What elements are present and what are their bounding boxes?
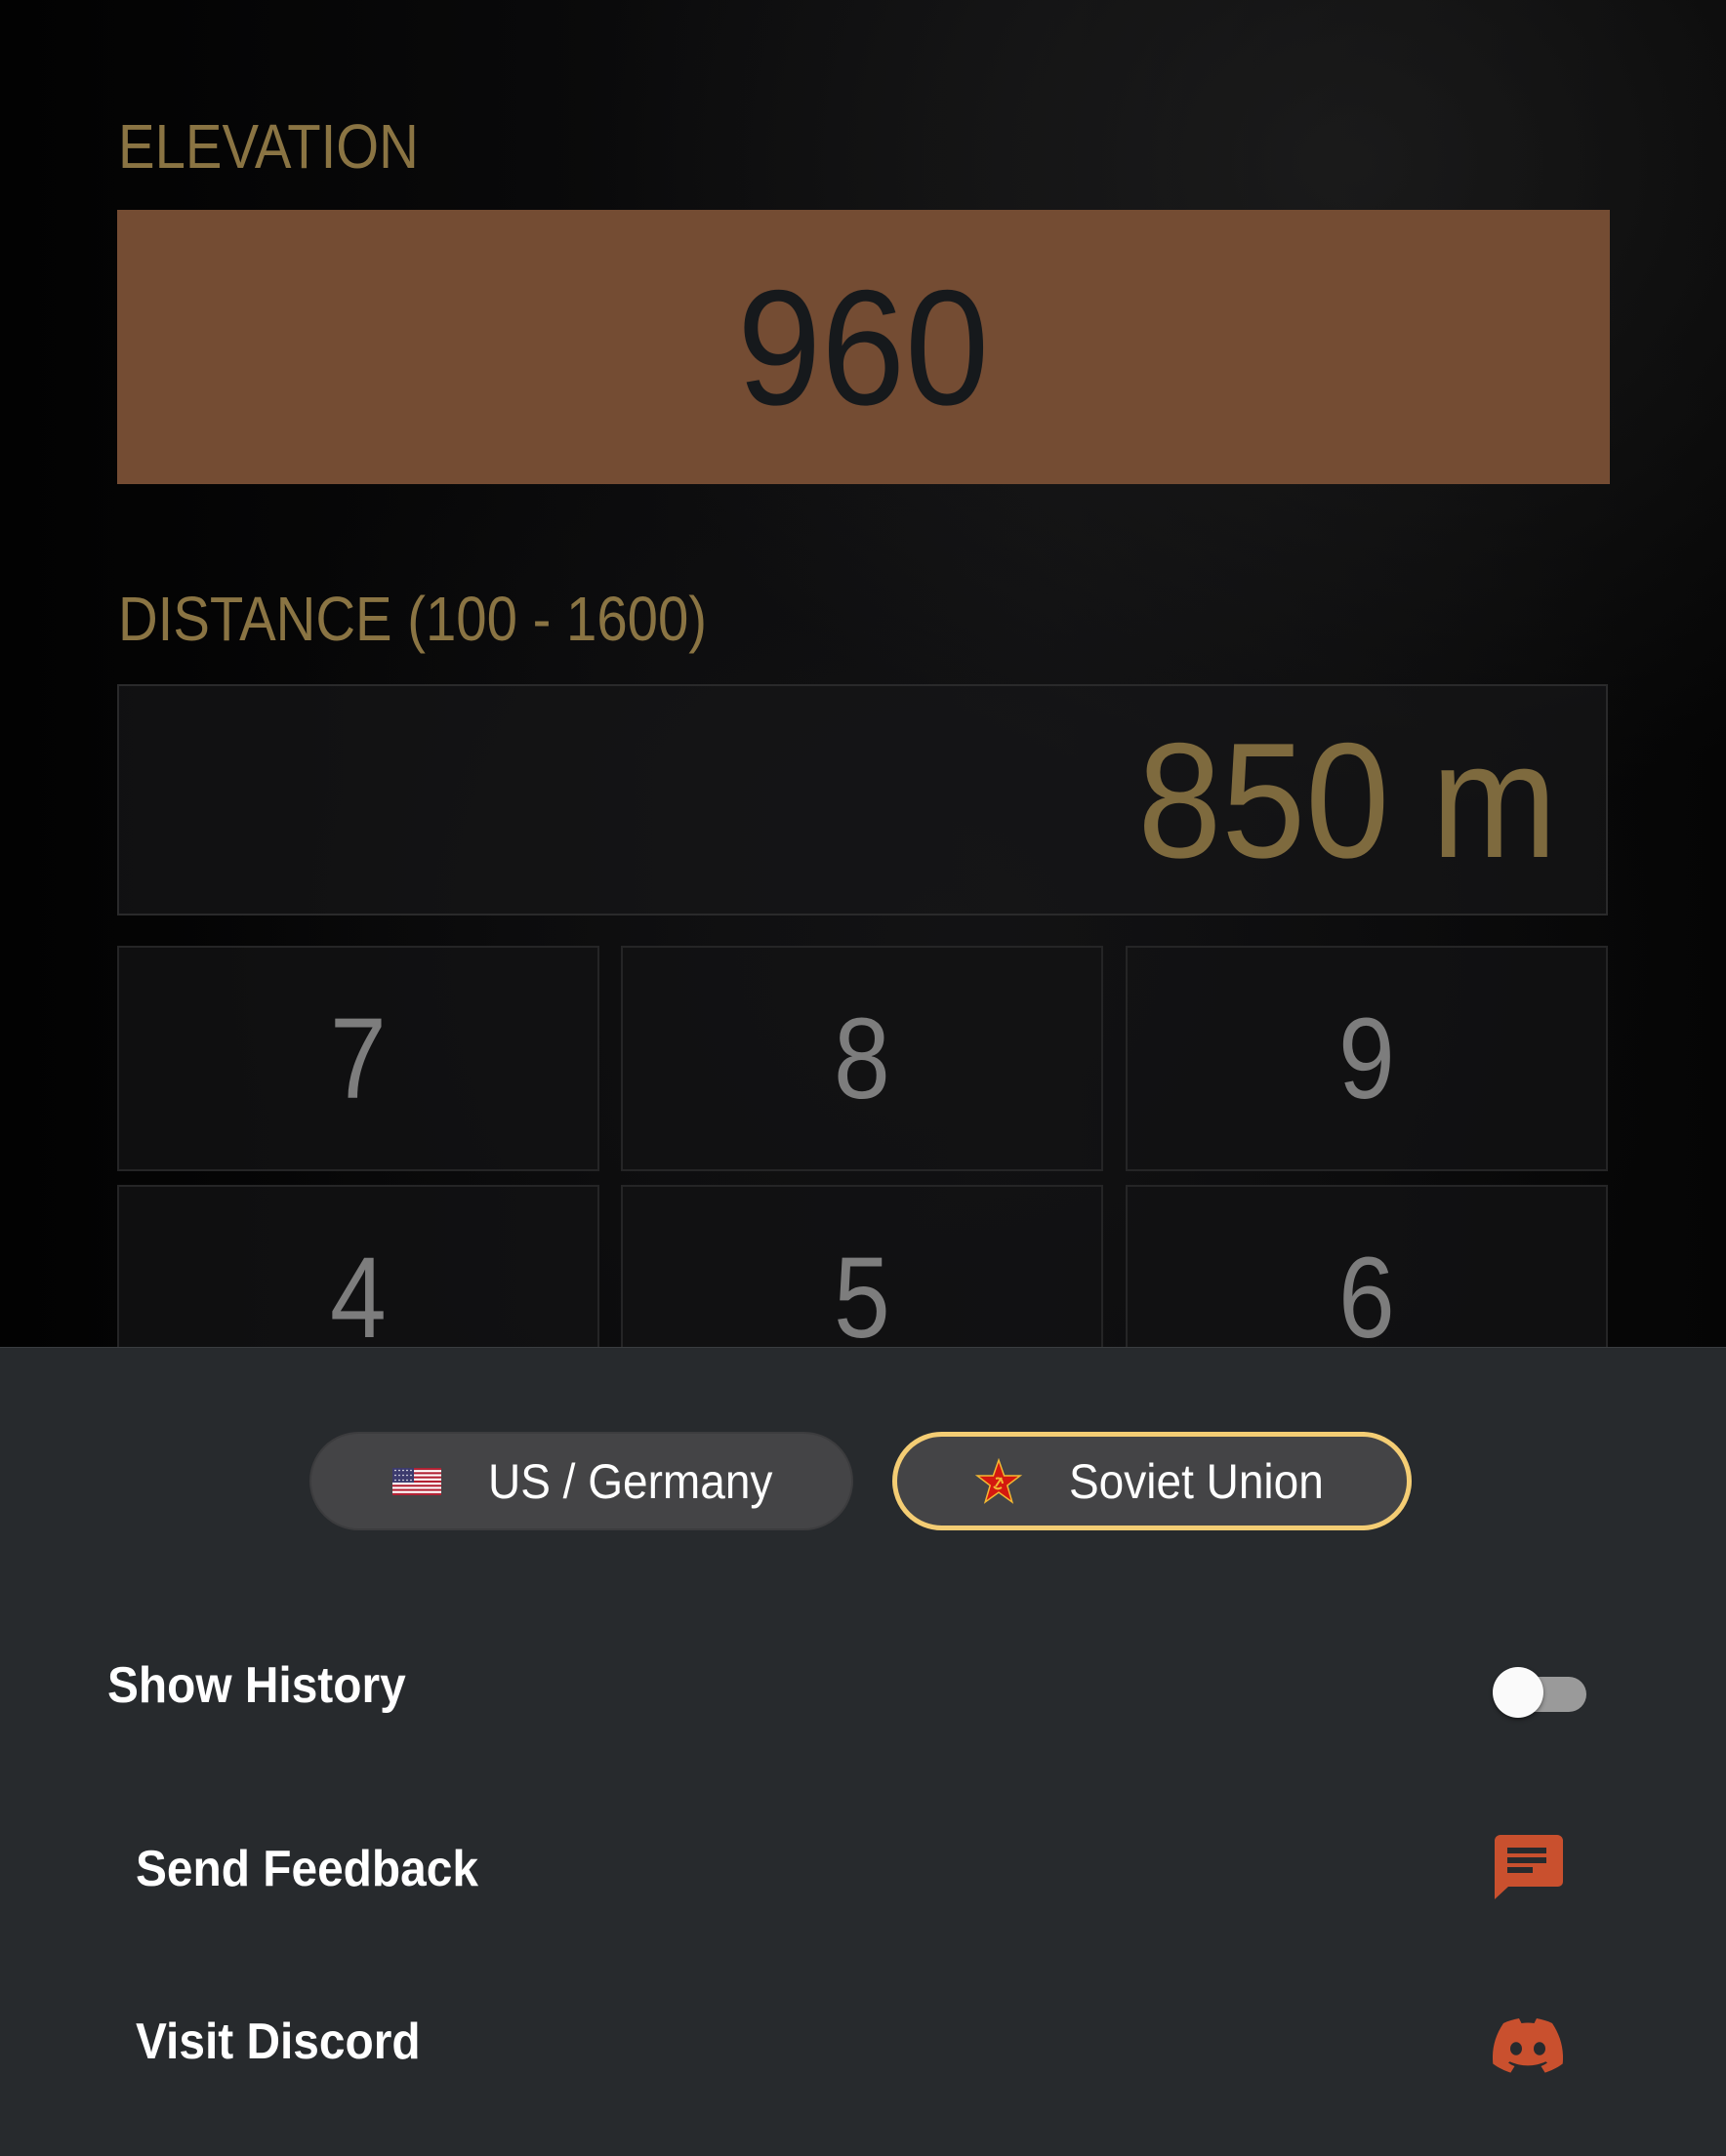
elevation-display: 960 xyxy=(117,210,1610,484)
show-history-label: Show History xyxy=(107,1657,406,1714)
distance-label: DISTANCE (100 - 1600) xyxy=(118,584,708,654)
toggle-thumb xyxy=(1493,1667,1543,1718)
settings-bottom-sheet: US / Germany Soviet Union Show History S… xyxy=(0,1347,1726,2156)
us-flag-icon xyxy=(392,1467,441,1495)
key-label: 9 xyxy=(1338,994,1395,1123)
elevation-value: 960 xyxy=(737,255,990,439)
faction-soviet-union-button[interactable]: Soviet Union xyxy=(892,1432,1412,1530)
faction-us-germany-button[interactable]: US / Germany xyxy=(309,1432,853,1530)
discord-icon[interactable] xyxy=(1492,2018,1564,2073)
show-history-toggle[interactable] xyxy=(1493,1666,1586,1719)
faction-us-germany-label: US / Germany xyxy=(488,1453,773,1509)
keypad-key-8[interactable]: 8 xyxy=(621,946,1103,1171)
soviet-star-icon xyxy=(975,1457,1022,1505)
key-label: 7 xyxy=(330,994,387,1123)
key-label: 6 xyxy=(1338,1233,1395,1363)
key-label: 8 xyxy=(834,994,890,1123)
send-feedback-button[interactable]: Send Feedback xyxy=(136,1844,478,1894)
distance-value: 850 m xyxy=(1137,708,1557,892)
visit-discord-button[interactable]: Visit Discord xyxy=(136,2016,421,2067)
keypad-key-7[interactable]: 7 xyxy=(117,946,599,1171)
elevation-label: ELEVATION xyxy=(118,111,419,182)
key-label: 4 xyxy=(330,1233,387,1363)
faction-soviet-union-label: Soviet Union xyxy=(1069,1453,1324,1509)
distance-input[interactable]: 850 m xyxy=(117,684,1608,915)
keypad-key-9[interactable]: 9 xyxy=(1126,946,1608,1171)
feedback-icon[interactable] xyxy=(1495,1835,1563,1901)
key-label: 5 xyxy=(834,1233,890,1363)
